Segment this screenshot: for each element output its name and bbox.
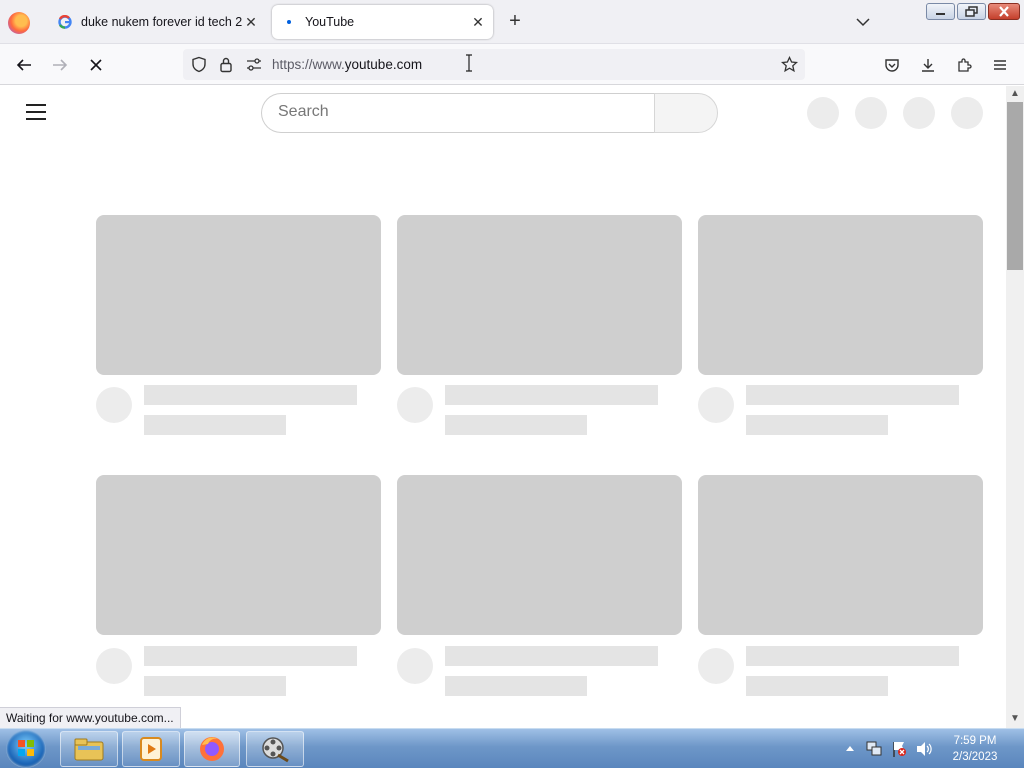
video-thumbnail-placeholder [96, 215, 381, 375]
video-thumbnail-placeholder [698, 475, 983, 635]
video-title-placeholder [445, 385, 658, 405]
search-input[interactable] [278, 103, 638, 121]
windows-logo-icon [18, 740, 34, 756]
scroll-up-arrow-icon[interactable]: ▲ [1010, 89, 1020, 99]
folder-icon [74, 738, 104, 761]
google-g-icon [57, 14, 73, 30]
channel-avatar-placeholder [698, 648, 734, 684]
url-prefix: https://www. [272, 57, 345, 72]
video-title-placeholder [445, 646, 658, 666]
hamburger-menu-icon [994, 60, 1006, 70]
start-button[interactable] [6, 730, 46, 768]
pocket-button[interactable] [880, 53, 904, 77]
window-restore-button[interactable] [957, 3, 986, 20]
download-arrow-icon [922, 59, 934, 72]
window-minimize-button[interactable] [926, 3, 955, 20]
lock-icon[interactable] [219, 56, 233, 73]
bookmark-star-icon[interactable] [781, 56, 798, 73]
header-icon-placeholder [951, 97, 983, 129]
network-tray-icon[interactable] [866, 740, 882, 758]
scrollbar-thumb[interactable] [1007, 102, 1023, 270]
loading-dot-icon [281, 14, 297, 30]
video-thumbnail-placeholder [397, 475, 682, 635]
list-all-tabs-chevron-icon[interactable] [852, 12, 874, 32]
action-center-flag-icon[interactable] [891, 740, 907, 758]
video-meta-placeholder [445, 676, 587, 696]
channel-avatar-placeholder [397, 387, 433, 423]
volume-speaker-icon[interactable] [915, 741, 933, 757]
video-meta-placeholder [746, 676, 888, 696]
stop-x-icon [90, 59, 102, 71]
forward-arrow-icon [53, 59, 68, 71]
clock-time: 7:59 PM [953, 735, 997, 747]
header-icon-placeholder [807, 97, 839, 129]
video-meta-placeholder [144, 415, 286, 435]
close-tab-icon[interactable]: ✕ [242, 13, 260, 31]
show-hidden-icons-arrow-icon[interactable] [845, 744, 855, 752]
back-button[interactable] [12, 53, 36, 77]
page-scrollbar[interactable]: ▲ ▼ [1006, 86, 1024, 728]
forward-button[interactable] [48, 53, 72, 77]
windows-taskbar [0, 728, 1024, 768]
app-menu-button[interactable] [988, 53, 1012, 77]
header-icon-placeholder [855, 97, 887, 129]
film-reel-icon [262, 737, 289, 763]
tab-youtube[interactable]: YouTube ✕ [272, 5, 493, 39]
tab-google-search[interactable]: duke nukem forever id tech 2 - ✕ [48, 5, 266, 39]
video-title-placeholder [144, 646, 357, 666]
taskbar-clock[interactable]: 7:59 PM 2/3/2023 [940, 733, 1010, 765]
downloads-button[interactable] [916, 53, 940, 77]
new-tab-button[interactable]: + [503, 10, 527, 34]
media-player-icon [140, 737, 162, 761]
close-tab-icon[interactable]: ✕ [469, 13, 487, 31]
firefox-menu-icon[interactable] [8, 12, 30, 34]
tab-title: duke nukem forever id tech 2 - [81, 15, 242, 29]
stop-loading-button[interactable] [84, 53, 108, 77]
youtube-page [0, 86, 1006, 728]
text-cursor-icon [466, 54, 472, 72]
video-title-placeholder [746, 646, 959, 666]
channel-avatar-placeholder [698, 387, 734, 423]
header-icon-placeholder [903, 97, 935, 129]
video-meta-placeholder [144, 676, 286, 696]
navigation-toolbar: https://www.youtube.com [0, 44, 1024, 85]
video-thumbnail-placeholder [698, 215, 983, 375]
taskbar-explorer-button[interactable] [60, 731, 118, 767]
clock-date: 2/3/2023 [952, 751, 998, 763]
url-domain: youtube.com [344, 57, 423, 72]
firefox-icon [200, 737, 224, 761]
video-title-placeholder [746, 385, 959, 405]
guide-menu-icon[interactable] [26, 104, 46, 120]
status-panel: Waiting for www.youtube.com... [0, 707, 181, 728]
taskbar-media-player-button[interactable] [122, 731, 180, 767]
back-arrow-icon [16, 59, 31, 71]
video-meta-placeholder [746, 415, 888, 435]
video-title-placeholder [144, 385, 357, 405]
taskbar-movie-maker-button[interactable] [246, 731, 304, 767]
tab-strip: duke nukem forever id tech 2 - ✕ YouTube… [0, 0, 1024, 44]
search-box[interactable] [261, 93, 655, 133]
site-permissions-icon[interactable] [246, 57, 262, 72]
video-thumbnail-placeholder [96, 475, 381, 635]
window-close-button[interactable] [988, 3, 1020, 20]
channel-avatar-placeholder [397, 648, 433, 684]
tab-title: YouTube [305, 15, 355, 29]
tracking-protection-shield-icon[interactable] [191, 56, 207, 73]
pocket-icon [885, 59, 899, 72]
url-text[interactable]: https://www.youtube.com [272, 57, 422, 72]
taskbar-firefox-button[interactable] [184, 731, 240, 767]
extensions-button[interactable] [952, 53, 976, 77]
scroll-down-arrow-icon[interactable]: ▼ [1010, 714, 1020, 724]
search-button[interactable] [654, 93, 718, 133]
channel-avatar-placeholder [96, 648, 132, 684]
video-thumbnail-placeholder [397, 215, 682, 375]
puzzle-piece-icon [958, 58, 972, 72]
channel-avatar-placeholder [96, 387, 132, 423]
video-meta-placeholder [445, 415, 587, 435]
